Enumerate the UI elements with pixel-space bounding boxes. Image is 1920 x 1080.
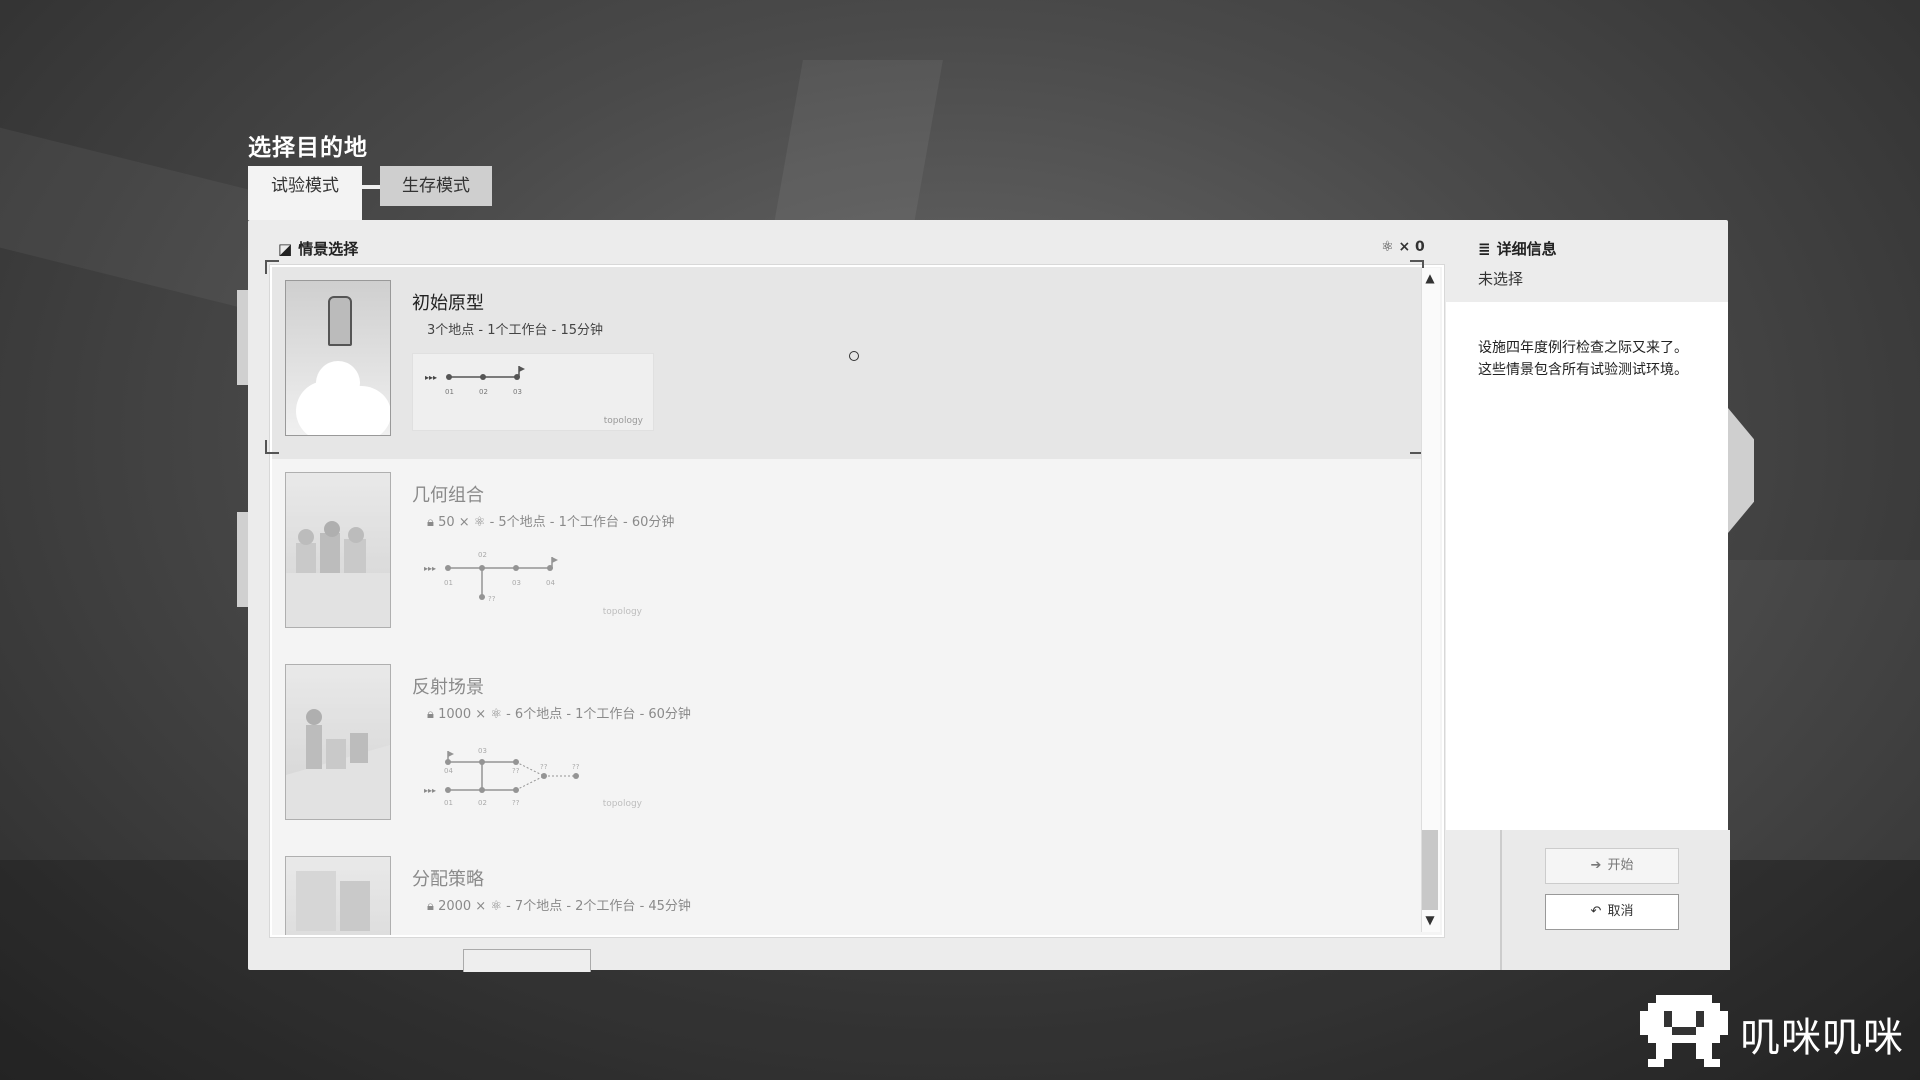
details-heading: ≣ 详细信息 (1478, 238, 1557, 259)
svg-text:01: 01 (444, 579, 453, 587)
svg-text:02: 02 (478, 799, 487, 807)
panel-bottom-tab (463, 949, 591, 972)
svg-text:??: ?? (540, 763, 548, 771)
reflection-scene-image (286, 709, 390, 819)
scrollbar-thumb[interactable] (1422, 830, 1438, 910)
page-title: 选择目的地 (248, 135, 368, 161)
svg-text:01: 01 (444, 799, 453, 807)
scenario-item-allocation[interactable]: 分配策略 🔒︎ 2000 × ⚛ - 7个地点 - 2个工作台 - 45分钟 (272, 843, 1422, 935)
mouse-cursor (849, 351, 859, 361)
scenario-meta-text: - 6个地点 - 1个工作台 - 60分钟 (506, 707, 691, 722)
scenario-item-geometry[interactable]: 几何组合 🔒︎ 50 × ⚛ - 5个地点 - 1个工作台 - 60分钟 ▸▸▸… (272, 459, 1422, 651)
scroll-up-arrow-icon[interactable]: ▲ (1421, 270, 1439, 286)
cancel-button[interactable]: ↶ 取消 (1545, 894, 1679, 930)
pixel-robot-logo (1640, 995, 1728, 1067)
smoke-cloud (331, 386, 390, 435)
watermark-text: 叽咪叽咪 (1740, 1015, 1904, 1061)
scenario-name: 反射场景 (412, 677, 484, 698)
topology-label: topology (602, 607, 642, 617)
scenario-meta: 🔒︎ 1000 × ⚛ - 6个地点 - 1个工作台 - 60分钟 (427, 703, 691, 722)
scenario-cost: 2000 × (438, 899, 487, 914)
atom-icon: ⚛ (490, 707, 502, 722)
lock-icon: 🔒︎ (427, 707, 434, 722)
scenario-name: 初始原型 (412, 293, 484, 314)
atom-icon: ⚛ (490, 899, 502, 914)
topology-map: ▸▸▸ 01 02 03 04 ?? topology (412, 545, 652, 621)
scenario-item-reflection[interactable]: 反射场景 🔒︎ 1000 × ⚛ - 6个地点 - 1个工作台 - 60分钟 ▸… (272, 651, 1422, 843)
topology-node-label: 02 (479, 388, 488, 396)
svg-text:▸▸▸: ▸▸▸ (424, 564, 436, 573)
topology-map: ▸▸▸ 01 02 03 04 ?? ?? ?? ?? topology (412, 737, 652, 813)
details-description: 设施四年度例行检查之际又来了。 这些情景包含所有试验测试环境。 (1478, 337, 1723, 381)
scenario-heading-label: 情景选择 (298, 240, 359, 258)
details-description-line: 这些情景包含所有试验测试环境。 (1478, 362, 1688, 378)
svg-text:04: 04 (546, 579, 555, 587)
geometry-scene-image (286, 521, 390, 627)
start-button-label: 开始 (1607, 858, 1634, 873)
tab-trial-mode[interactable]: 试验模式 (248, 166, 362, 220)
details-description-line: 设施四年度例行检查之际又来了。 (1478, 340, 1688, 356)
scenario-thumbnail (285, 280, 391, 436)
details-selection: 未选择 (1478, 270, 1524, 288)
lock-icon: 🔒︎ (427, 515, 434, 530)
background-shape (0, 127, 260, 313)
selection-bracket (265, 440, 279, 454)
topology-node-label: 03 (513, 388, 522, 396)
scenario-name: 分配策略 (412, 869, 484, 890)
svg-text:03: 03 (478, 747, 487, 755)
cancel-button-label: 取消 (1607, 904, 1634, 919)
lock-icon: 🔒︎ (427, 899, 434, 914)
scenario-item-prototype[interactable]: 初始原型 3个地点 - 1个工作台 - 15分钟 ▸▸▸ 01 02 03 to… (272, 267, 1422, 459)
scenario-cost: 50 × (438, 515, 470, 530)
scenario-name: 几何组合 (412, 485, 484, 506)
atom-counter: ⚛ × 0 (1381, 239, 1425, 255)
scenario-thumbnail (285, 664, 391, 820)
topology-label: topology (603, 416, 643, 426)
svg-text:04: 04 (444, 767, 453, 775)
svg-text:▸▸▸: ▸▸▸ (424, 786, 436, 795)
topology-node-label: 01 (445, 388, 454, 396)
scenario-heading: ◪ 情景选择 (278, 238, 358, 259)
tab-survival-mode[interactable]: 生存模式 (380, 166, 492, 206)
list-icon: ≣ (1478, 240, 1491, 258)
svg-text:??: ?? (512, 767, 520, 775)
scenario-list[interactable]: 初始原型 3个地点 - 1个工作台 - 15分钟 ▸▸▸ 01 02 03 to… (270, 265, 1444, 937)
scenario-meta: 🔒︎ 50 × ⚛ - 5个地点 - 1个工作台 - 60分钟 (427, 511, 674, 530)
scenario-meta-text: - 5个地点 - 1个工作台 - 60分钟 (489, 515, 675, 530)
allocation-scene-image (296, 871, 370, 931)
details-body (1446, 302, 1728, 830)
atom-icon: ⚛ (1381, 239, 1394, 255)
scenario-thumbnail (285, 472, 391, 628)
svg-text:03: 03 (512, 579, 521, 587)
map-icon: ◪ (278, 240, 293, 258)
scroll-down-arrow-icon[interactable]: ▼ (1421, 912, 1439, 928)
scenario-meta: 3个地点 - 1个工作台 - 15分钟 (427, 323, 603, 338)
atom-count: × 0 (1398, 239, 1425, 255)
panel-notch (1728, 408, 1754, 533)
selection-bracket (265, 260, 279, 274)
svg-text:??: ?? (512, 799, 520, 807)
undo-icon: ↶ (1590, 904, 1602, 919)
start-arrow-icon: ➔ (1590, 858, 1602, 873)
svg-text:02: 02 (478, 551, 487, 559)
start-button[interactable]: ➔ 开始 (1545, 848, 1679, 884)
tab-connector (362, 185, 380, 189)
topology-map: ▸▸▸ 01 02 03 topology (412, 353, 654, 431)
scenario-meta-text: - 7个地点 - 2个工作台 - 45分钟 (506, 899, 691, 914)
svg-text:??: ?? (488, 595, 496, 603)
rocket-icon (328, 296, 352, 346)
svg-text:▸▸▸: ▸▸▸ (425, 373, 437, 382)
scenario-thumbnail (285, 856, 391, 935)
details-heading-label: 详细信息 (1496, 240, 1557, 258)
svg-text:??: ?? (572, 763, 580, 771)
scenario-cost: 1000 × (438, 707, 487, 722)
scenario-meta: 🔒︎ 2000 × ⚛ - 7个地点 - 2个工作台 - 45分钟 (427, 895, 691, 914)
topology-label: topology (602, 799, 642, 809)
atom-icon: ⚛ (473, 515, 486, 530)
